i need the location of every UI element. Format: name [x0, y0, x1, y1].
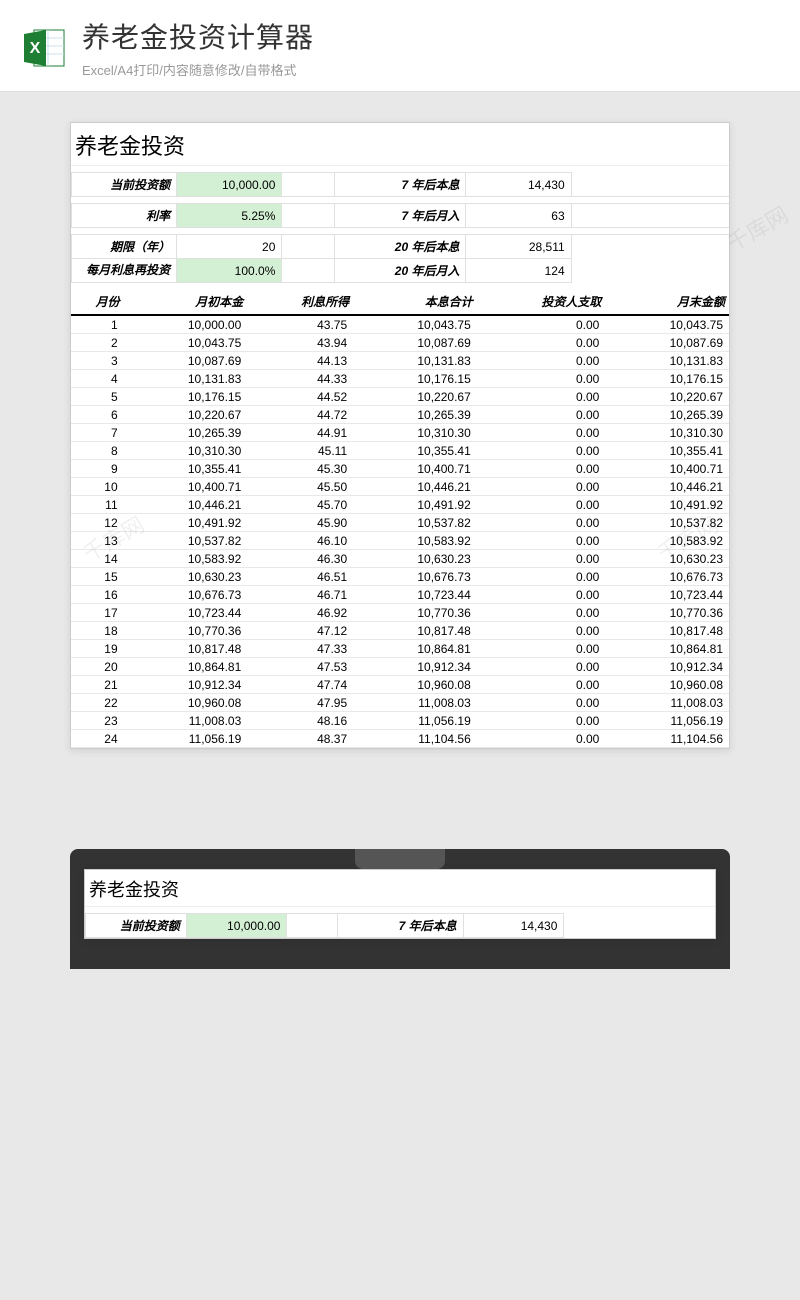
- column-header: 本息合计: [353, 289, 477, 315]
- watermark: 千库网: [720, 198, 793, 259]
- table-row: 2311,008.0348.1611,056.190.0011,056.19: [71, 712, 729, 730]
- svg-text:X: X: [30, 40, 41, 57]
- y7-principal-value: 14,430: [466, 173, 571, 197]
- y20-principal-value: 28,511: [466, 235, 571, 259]
- table-row: 2210,960.0847.9511,008.030.0011,008.03: [71, 694, 729, 712]
- sheet-title-2: 养老金投资: [85, 870, 715, 907]
- table-row: 610,220.6744.7210,265.390.0010,265.39: [71, 406, 729, 424]
- clipboard: 养老金投资 当前投资额 10,000.00 7 年后本息 14,430: [70, 849, 730, 969]
- invest-label: 当前投资额: [72, 173, 177, 197]
- sheet-title: 养老金投资: [71, 123, 729, 166]
- clipboard-clip-icon: [355, 849, 445, 869]
- y7-monthly-value: 63: [466, 204, 571, 228]
- params-table: 当前投资额 10,000.00 7 年后本息 14,430 利率 5.25% 7…: [71, 166, 729, 283]
- column-header: 投资人支取: [477, 289, 606, 315]
- page-header: X 养老金投资计算器 Excel/A4打印/内容随意修改/自带格式: [0, 0, 800, 92]
- y20-principal-label: 20 年后本息: [334, 235, 466, 259]
- table-row: 210,043.7543.9410,087.690.0010,087.69: [71, 334, 729, 352]
- table-row: 310,087.6944.1310,131.830.0010,131.83: [71, 352, 729, 370]
- reinvest-label: 每月利息再投资: [72, 259, 177, 283]
- table-row: 1610,676.7346.7110,723.440.0010,723.44: [71, 586, 729, 604]
- table-row: 1210,491.9245.9010,537.820.0010,537.82: [71, 514, 729, 532]
- column-header: 利息所得: [247, 289, 353, 315]
- table-row: 2010,864.8147.5310,912.340.0010,912.34: [71, 658, 729, 676]
- preview-canvas: 千库网 千库网 千库网 千库网 千库网 养老金投资 当前投资额 10,000.0…: [0, 92, 800, 809]
- table-row: 2110,912.3447.7410,960.080.0010,960.08: [71, 676, 729, 694]
- table-row: 1110,446.2145.7010,491.920.0010,491.92: [71, 496, 729, 514]
- table-row: 510,176.1544.5210,220.670.0010,220.67: [71, 388, 729, 406]
- table-row: 1410,583.9246.3010,630.230.0010,630.23: [71, 550, 729, 568]
- table-row: 1810,770.3647.1210,817.480.0010,817.48: [71, 622, 729, 640]
- table-row: 1010,400.7145.5010,446.210.0010,446.21: [71, 478, 729, 496]
- table-row: 810,310.3045.1110,355.410.0010,355.41: [71, 442, 729, 460]
- table-row: 410,131.8344.3310,176.150.0010,176.15: [71, 370, 729, 388]
- reinvest-value[interactable]: 100.0%: [177, 259, 282, 283]
- table-row: 1510,630.2346.5110,676.730.0010,676.73: [71, 568, 729, 586]
- y7-monthly-label: 7 年后月入: [334, 204, 466, 228]
- column-header: 月份: [71, 289, 124, 315]
- excel-icon: X: [20, 24, 68, 72]
- rate-value[interactable]: 5.25%: [177, 204, 282, 228]
- spreadsheet: 养老金投资 当前投资额 10,000.00 7 年后本息 14,430 利率 5…: [70, 122, 730, 749]
- rate-label: 利率: [72, 204, 177, 228]
- page-title: 养老金投资计算器: [82, 16, 780, 56]
- y7-principal-label: 7 年后本息: [334, 173, 466, 197]
- y20-monthly-value: 124: [466, 259, 571, 283]
- table-row: 710,265.3944.9110,310.300.0010,310.30: [71, 424, 729, 442]
- data-table: 月份月初本金利息所得本息合计投资人支取月末金额 110,000.0043.751…: [71, 289, 729, 748]
- term-label: 期限（年）: [72, 235, 177, 259]
- secondary-preview: 养老金投资 当前投资额 10,000.00 7 年后本息 14,430: [70, 849, 730, 969]
- table-row: 1310,537.8246.1010,583.920.0010,583.92: [71, 532, 729, 550]
- table-row: 110,000.0043.7510,043.750.0010,043.75: [71, 315, 729, 334]
- page-subtitle: Excel/A4打印/内容随意修改/自带格式: [82, 60, 780, 79]
- table-row: 2411,056.1948.3711,104.560.0011,104.56: [71, 730, 729, 748]
- table-row: 1710,723.4446.9210,770.360.0010,770.36: [71, 604, 729, 622]
- y20-monthly-label: 20 年后月入: [334, 259, 466, 283]
- term-value[interactable]: 20: [177, 235, 282, 259]
- table-row: 1910,817.4847.3310,864.810.0010,864.81: [71, 640, 729, 658]
- table-row: 910,355.4145.3010,400.710.0010,400.71: [71, 460, 729, 478]
- invest-value[interactable]: 10,000.00: [177, 173, 282, 197]
- column-header: 月初本金: [124, 289, 248, 315]
- column-header: 月末金额: [605, 289, 729, 315]
